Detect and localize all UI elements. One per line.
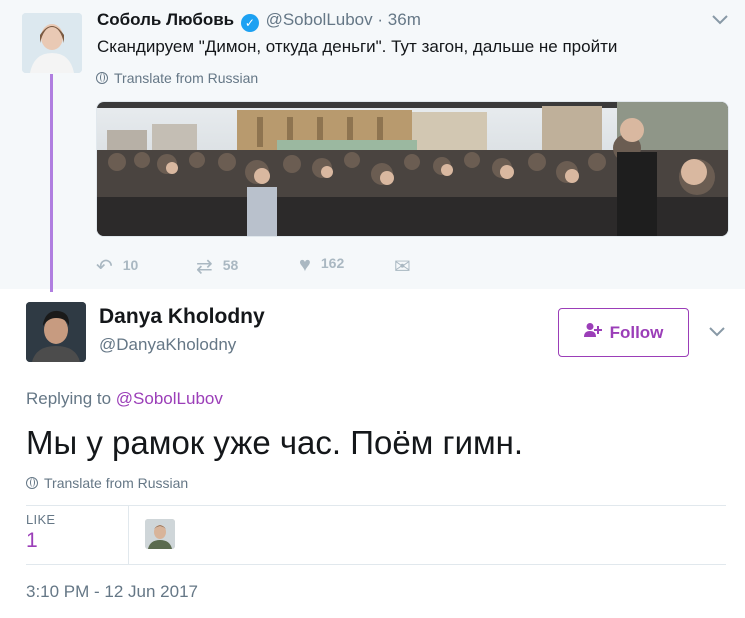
chevron-down-icon[interactable]	[712, 12, 728, 30]
parent-tweet[interactable]: Соболь Любовь ✓ @SobolLubov · 36m Сканди…	[0, 0, 745, 292]
author-handle[interactable]: @DanyaKholodny	[99, 335, 236, 355]
tweet-timestamp[interactable]: 3:10 PM - 12 Jun 2017	[26, 582, 198, 602]
globe-icon	[26, 477, 38, 489]
heart-icon: ♥	[299, 254, 311, 276]
reply-action[interactable]: ↶ 10	[96, 254, 138, 279]
divider	[26, 564, 726, 565]
parent-translate-link[interactable]: Translate from Russian	[96, 70, 258, 86]
parent-translate-label: Translate from Russian	[114, 70, 259, 86]
parent-text: Скандируем "Димон, откуда деньги". Тут з…	[97, 37, 618, 56]
like-stat-count: 1	[26, 529, 38, 552]
direct-message-icon: ✉	[394, 256, 411, 278]
direct-message-action[interactable]: ✉	[394, 254, 421, 279]
parent-name[interactable]: Соболь Любовь	[97, 10, 234, 29]
parent-photo[interactable]	[96, 101, 729, 237]
like-stat-label: LIKE	[26, 512, 56, 527]
like-stat[interactable]: LIKE 1	[26, 512, 55, 553]
author-name[interactable]: Danya Kholodny	[99, 305, 265, 329]
retweet-count: 58	[222, 257, 239, 273]
parent-actions: ↶ 10 ⇄ 58 ♥ 162 ✉	[96, 254, 436, 279]
replying-to: Replying to @SobolLubov	[26, 389, 223, 409]
globe-icon	[96, 72, 108, 84]
stat-separator	[128, 506, 129, 564]
replying-to-link[interactable]: @SobolLubov	[116, 389, 223, 408]
follow-label: Follow	[609, 322, 664, 342]
replying-prefix: Replying to	[26, 389, 112, 408]
divider	[26, 505, 726, 506]
tweet-text: Мы у рамок уже час. Поём гимн.	[26, 424, 524, 461]
verified-badge-icon: ✓	[240, 14, 259, 32]
parent-header: Соболь Любовь ✓ @SobolLubov · 36m	[97, 10, 421, 32]
liker-avatar[interactable]	[145, 519, 175, 549]
follow-person-icon	[583, 322, 602, 343]
parent-time[interactable]: 36m	[388, 10, 421, 29]
follow-button[interactable]: Follow	[558, 308, 689, 357]
thread-line	[50, 74, 53, 292]
retweet-icon: ⇄	[196, 256, 213, 278]
retweet-action[interactable]: ⇄ 58	[196, 254, 238, 279]
translate-label: Translate from Russian	[44, 475, 189, 491]
separator-dot: ·	[377, 10, 384, 29]
like-count-parent: 162	[320, 255, 345, 271]
parent-avatar[interactable]	[22, 13, 82, 73]
author-avatar[interactable]	[26, 302, 86, 362]
reply-icon: ↶	[96, 256, 113, 278]
parent-handle[interactable]: @SobolLubov	[266, 10, 373, 29]
chevron-down-icon[interactable]	[709, 324, 725, 342]
translate-link[interactable]: Translate from Russian	[26, 475, 188, 491]
like-action[interactable]: ♥ 162	[299, 254, 344, 277]
reply-count: 10	[122, 257, 139, 273]
